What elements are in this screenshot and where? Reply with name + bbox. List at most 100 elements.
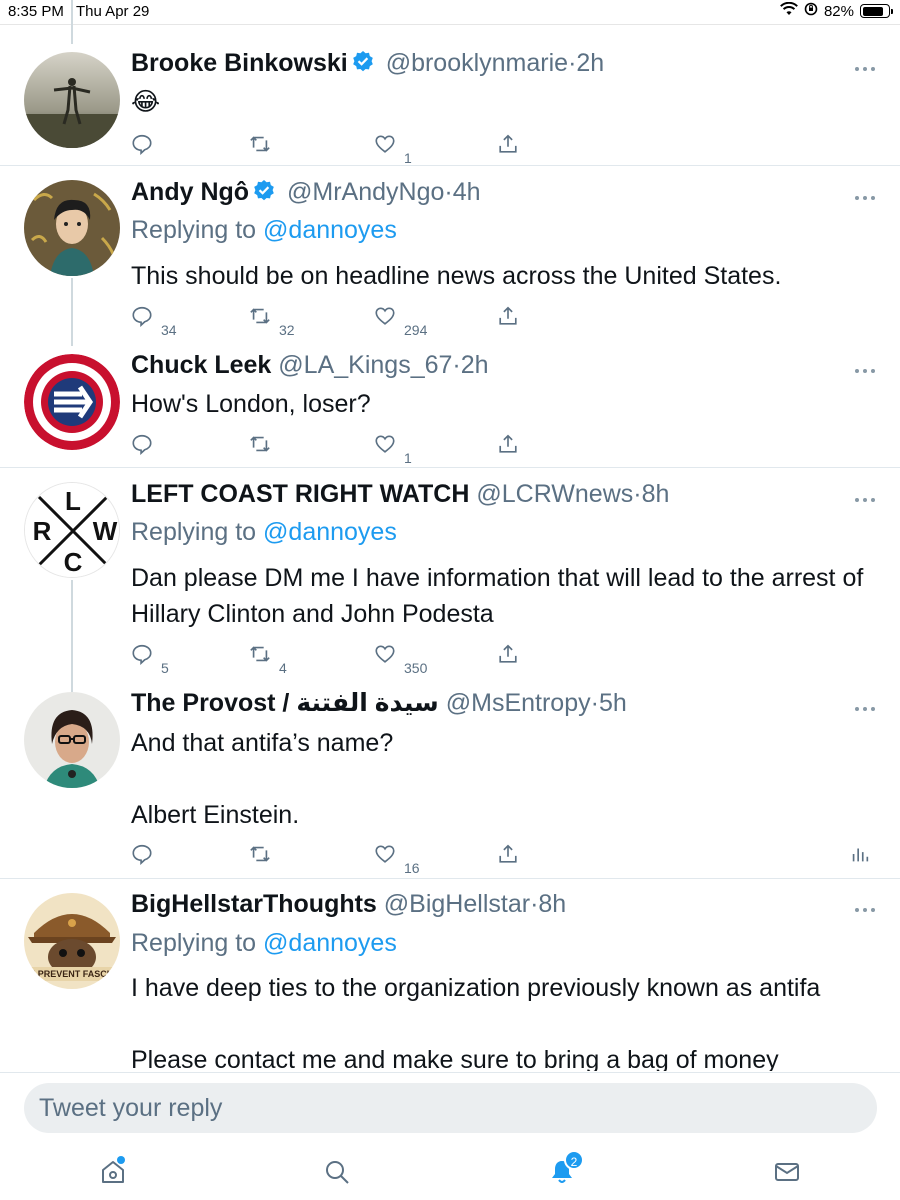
retweet-button[interactable] xyxy=(249,130,279,160)
display-name[interactable]: The Provost / سيدة الفتنة xyxy=(131,689,439,717)
more-options-icon[interactable] xyxy=(854,362,876,373)
tab-search[interactable] xyxy=(323,1158,353,1188)
tab-home[interactable] xyxy=(99,1156,129,1188)
avatar-letter: L xyxy=(65,486,81,516)
separator: · xyxy=(633,480,642,508)
tweet-text: This should be on headline news across t… xyxy=(131,262,782,290)
avatar[interactable] xyxy=(24,354,120,450)
wifi-icon xyxy=(780,1,798,20)
retweet-button[interactable] xyxy=(249,430,279,460)
tweet-actions: 5 4 350 xyxy=(131,640,871,676)
timestamp[interactable]: 2h xyxy=(461,351,489,379)
display-name[interactable]: Andy Ngô xyxy=(131,178,249,206)
share-button[interactable] xyxy=(497,302,519,332)
reply-button[interactable]: 34 xyxy=(131,302,177,338)
reply-button[interactable] xyxy=(131,430,161,460)
tweet-text: And that antifa’s name? Albert Einstein. xyxy=(131,729,394,829)
handle[interactable]: @MrAndyNgo xyxy=(287,178,444,206)
tweet-header: The Provost / سيدة الفتنة @MsEntropy·5h xyxy=(131,688,627,718)
tweet-header: BigHellstarThoughts @BigHellstar·8h xyxy=(131,889,566,919)
notifications-icon xyxy=(548,1161,576,1190)
avatar[interactable]: N PREVENT FASCIS xyxy=(24,893,120,989)
share-icon xyxy=(497,643,519,670)
retweet-button[interactable]: 4 xyxy=(249,640,287,676)
reply-count: 34 xyxy=(161,322,177,338)
search-icon xyxy=(323,1161,351,1190)
replying-handle-link[interactable]: @dannoyes xyxy=(263,929,397,957)
timestamp[interactable]: 4h xyxy=(453,178,481,206)
heart-icon xyxy=(374,843,396,870)
battery-icon xyxy=(860,4,893,18)
share-button[interactable] xyxy=(497,430,519,460)
reply-button[interactable]: 5 xyxy=(131,640,169,676)
more-options-icon[interactable] xyxy=(854,189,876,200)
tweet-text: Dan please DM me I have information that… xyxy=(131,564,871,628)
replying-to: Replying to @dannoyes xyxy=(131,928,397,958)
avatar[interactable] xyxy=(24,180,120,276)
status-time: 8:35 PM xyxy=(8,3,64,20)
avatar[interactable] xyxy=(24,52,120,148)
more-options-icon[interactable] xyxy=(854,700,876,711)
handle[interactable]: @brooklynmarie xyxy=(386,49,568,77)
more-options-icon[interactable] xyxy=(854,60,876,71)
like-count: 1 xyxy=(404,450,412,466)
avatar-letter: R xyxy=(33,516,52,546)
display-name[interactable]: BigHellstarThoughts xyxy=(131,890,377,918)
replying-label: Replying to xyxy=(131,518,257,546)
replying-handle-link[interactable]: @dannoyes xyxy=(263,216,397,244)
reply-button[interactable] xyxy=(131,840,161,870)
analytics-button[interactable] xyxy=(849,840,871,870)
share-icon xyxy=(497,433,519,460)
share-icon xyxy=(497,133,519,160)
handle[interactable]: @LA_Kings_67 xyxy=(278,351,452,379)
tweet-text: How's London, loser? xyxy=(131,390,371,418)
handle[interactable]: @MsEntropy xyxy=(446,689,591,717)
retweet-icon xyxy=(249,843,271,870)
replying-handle-link[interactable]: @dannoyes xyxy=(263,518,397,546)
battery-percent: 82% xyxy=(823,2,854,20)
share-button[interactable] xyxy=(497,840,519,870)
share-button[interactable] xyxy=(497,130,519,160)
reply-icon xyxy=(131,643,153,670)
reply-input[interactable] xyxy=(24,1083,877,1133)
share-button[interactable] xyxy=(497,640,519,670)
thread-line xyxy=(71,0,73,44)
verified-badge-icon xyxy=(351,50,375,74)
tweet-actions: 16 xyxy=(131,840,871,876)
like-count: 294 xyxy=(404,322,428,338)
like-button[interactable]: 294 xyxy=(374,302,427,338)
handle[interactable]: @LCRWnews xyxy=(476,480,633,508)
timestamp[interactable]: 5h xyxy=(599,689,627,717)
like-button[interactable]: 1 xyxy=(374,430,412,466)
like-button[interactable]: 16 xyxy=(374,840,420,876)
display-name[interactable]: Brooke Binkowski xyxy=(131,49,348,77)
verified-badge-icon xyxy=(252,179,276,203)
handle[interactable]: @BigHellstar xyxy=(384,890,530,918)
new-content-dot xyxy=(117,1156,125,1164)
retweet-button[interactable] xyxy=(249,840,279,870)
display-name[interactable]: LEFT COAST RIGHT WATCH xyxy=(131,480,469,508)
timestamp[interactable]: 2h xyxy=(576,49,604,77)
timestamp[interactable]: 8h xyxy=(538,890,566,918)
heart-icon xyxy=(374,433,396,460)
like-button[interactable]: 350 xyxy=(374,640,427,676)
retweet-button[interactable]: 32 xyxy=(249,302,295,338)
divider xyxy=(0,467,900,468)
tab-notifications[interactable]: 2 xyxy=(548,1150,584,1190)
tab-bar: 2 xyxy=(0,1146,900,1200)
like-button[interactable]: 1 xyxy=(374,130,412,166)
avatar[interactable]: L R W C xyxy=(24,482,120,578)
avatar[interactable] xyxy=(24,692,120,788)
reply-button[interactable] xyxy=(131,130,161,160)
tweet-header: Andy Ngô @MrAndyNgo·4h xyxy=(131,177,481,207)
tab-messages[interactable] xyxy=(773,1158,803,1188)
more-options-icon[interactable] xyxy=(854,491,876,502)
more-options-icon[interactable] xyxy=(854,901,876,912)
replying-to: Replying to @dannoyes xyxy=(131,517,397,547)
timestamp[interactable]: 8h xyxy=(642,480,670,508)
reply-icon xyxy=(131,433,153,460)
status-date: Thu Apr 29 xyxy=(76,3,150,20)
reply-icon xyxy=(131,843,153,870)
divider xyxy=(0,878,900,879)
display-name[interactable]: Chuck Leek xyxy=(131,351,271,379)
